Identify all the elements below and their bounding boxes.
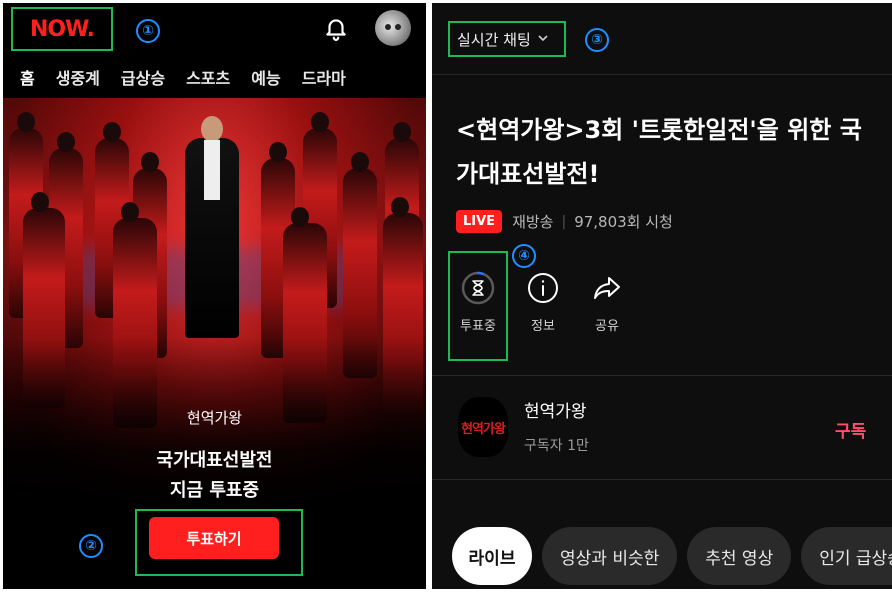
subscriber-count: 구독자 1만 [524,438,589,454]
category-tabs: 홈 생중계 급상승 스포츠 예능 드라마 [20,65,367,89]
meta-divider: | [561,213,567,230]
live-chat-toggle[interactable]: 실시간 채팅 [448,21,566,57]
action-info-label: 정보 [531,319,555,334]
chip-recommended[interactable]: 추천 영상 [687,527,792,585]
channel-avatar-logo: 현역가왕 [461,421,506,437]
hero-channel-name: 현역가왕 [186,409,243,427]
tab-live[interactable]: 생중계 [56,65,100,89]
channel-name[interactable]: 현역가왕 [524,397,587,422]
tab-entertainment[interactable]: 예능 [251,65,280,89]
bell-icon[interactable] [323,15,349,41]
chevron-down-icon [537,32,549,47]
video-meta: LIVE 재방송 | 97,803회 시청 [456,210,673,233]
profile-avatar[interactable] [375,10,411,46]
chip-live[interactable]: 라이브 [452,527,532,585]
video-detail-screen: 실시간 채팅 ③ <현역가왕>3회 '트롯한일전'을 위한 국가대표선발전! L… [432,3,892,589]
channel-avatar[interactable]: 현역가왕 [458,397,508,457]
chip-similar[interactable]: 영상과 비슷한 [542,527,678,585]
subscribe-button[interactable]: 구독 [835,417,866,442]
info-icon [526,271,560,305]
top-bar: NOW. ① [3,3,426,55]
view-count: 97,803회 시청 [574,213,673,231]
action-share-label: 공유 [595,319,619,334]
hourglass-icon [461,271,495,305]
channel-row[interactable]: 현역가왕 현역가왕 구독자 1만 구독 [432,383,892,475]
live-badge: LIVE [456,210,503,233]
hero-title-line1: 국가대표선발전 [156,450,273,471]
live-chat-label: 실시간 채팅 [457,30,531,49]
tab-home[interactable]: 홈 [20,65,35,89]
action-share[interactable]: 공유 [578,253,636,334]
action-vote-label: 투표중 [460,319,496,334]
host-shirt [204,140,220,200]
home-screen: NOW. ① 홈 생중계 급상승 스포츠 예능 드라마 현역가왕 국가대표선발전 [3,3,426,589]
action-info[interactable]: 정보 [514,253,572,334]
section-divider [432,479,892,480]
share-icon [590,271,624,305]
related-chips: 라이브 영상과 비슷한 추천 영상 인기 급상승 [452,527,892,585]
marker-3: ③ [585,28,609,52]
tab-drama[interactable]: 드라마 [302,65,346,89]
hero-caption: 현역가왕 국가대표선발전 지금 투표중 [3,407,426,502]
rebroadcast-label: 재방송 [512,213,554,231]
video-title: <현역가왕>3회 '트롯한일전'을 위한 국가대표선발전! [456,116,862,188]
chip-trending[interactable]: 인기 급상승 [801,527,892,585]
action-vote-status[interactable]: 투표중 [449,253,507,334]
marker-2: ② [79,534,103,558]
section-divider [432,375,892,376]
vote-button[interactable]: 투표하기 [149,517,279,559]
now-logo: NOW. [30,16,95,42]
marker-1: ① [136,19,160,43]
logo-highlight[interactable]: NOW. [11,7,113,51]
chat-header: 실시간 채팅 ③ [432,3,892,75]
screenshot-root: NOW. ① 홈 생중계 급상승 스포츠 예능 드라마 현역가왕 국가대표선발전 [0,0,892,592]
hero-title-line2: 지금 투표중 [169,480,260,501]
tab-trending[interactable]: 급상승 [121,65,165,89]
tab-sports[interactable]: 스포츠 [186,65,230,89]
